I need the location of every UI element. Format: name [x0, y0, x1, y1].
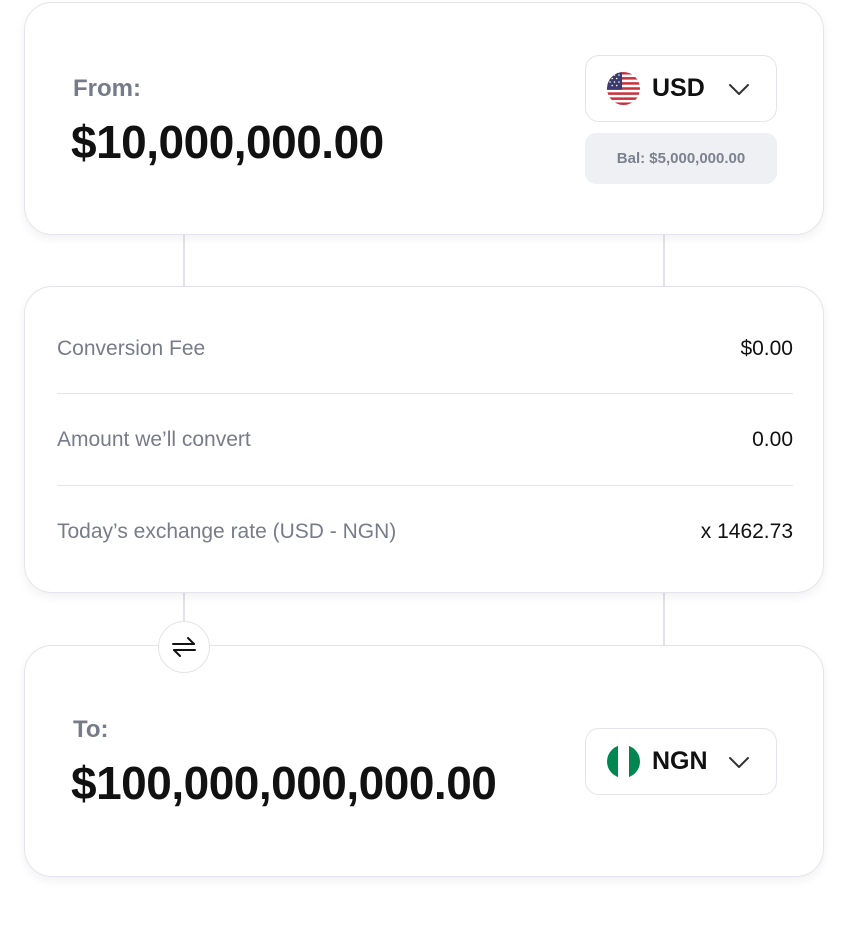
connector-line: [663, 230, 665, 292]
swap-currencies-button[interactable]: [158, 621, 210, 673]
us-flag-icon: [607, 72, 640, 105]
currency-converter: From: $10,000,000.00 USD Bal: $5,000,000…: [0, 0, 848, 940]
convert-amount-label: Amount we’ll convert: [57, 427, 251, 451]
to-amount[interactable]: $100,000,000,000.00: [71, 756, 497, 810]
from-currency-code: USD: [652, 74, 705, 102]
ng-flag-icon: [607, 745, 640, 778]
conversion-fee-value: $0.00: [740, 337, 793, 360]
to-label: To:: [73, 716, 109, 743]
exchange-rate-value: x 1462.73: [700, 519, 793, 543]
connector-line: [663, 588, 665, 650]
chevron-down-icon: [729, 756, 749, 768]
conversion-details-card: Conversion Fee $0.00 Amount we’ll conver…: [24, 286, 824, 593]
to-card: To: $100,000,000,000.00 NGN: [24, 645, 824, 877]
detail-row-rate: Today’s exchange rate (USD - NGN) x 1462…: [57, 485, 793, 577]
exchange-rate-label: Today’s exchange rate (USD - NGN): [57, 519, 397, 543]
swap-arrows-icon: [172, 637, 196, 657]
detail-row-amount: Amount we’ll convert 0.00: [57, 393, 793, 485]
balance-badge: Bal: $5,000,000.00: [585, 133, 777, 184]
conversion-fee-label: Conversion Fee: [57, 337, 206, 360]
from-currency-select[interactable]: USD: [585, 55, 777, 122]
to-currency-select[interactable]: NGN: [585, 728, 777, 795]
from-label: From:: [73, 75, 141, 102]
chevron-down-icon: [729, 83, 749, 95]
from-amount[interactable]: $10,000,000.00: [71, 115, 384, 169]
detail-row-fee: Conversion Fee $0.00: [57, 303, 793, 395]
to-currency-code: NGN: [652, 747, 708, 775]
connector-line: [183, 230, 185, 292]
convert-amount-value: 0.00: [752, 427, 793, 451]
from-card: From: $10,000,000.00 USD Bal: $5,000,000…: [24, 2, 824, 235]
